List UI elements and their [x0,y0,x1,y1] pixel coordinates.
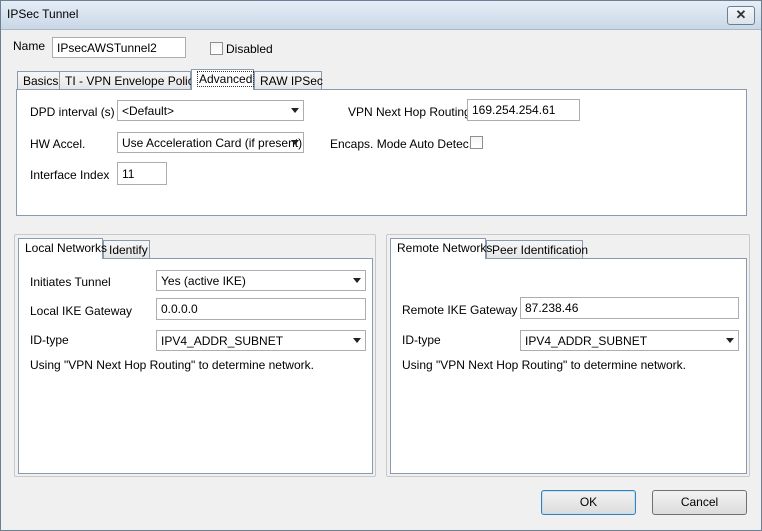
remote-id-type-value: IPV4_ADDR_SUBNET [525,334,648,348]
title-bar: IPSec Tunnel ✕ [1,1,761,30]
chevron-down-icon [353,278,361,283]
encaps-mode-checkbox[interactable] [470,136,483,149]
chevron-down-icon [291,108,299,113]
hw-accel-value: Use Acceleration Card (if present) [122,136,303,150]
vpn-next-hop-field[interactable]: 169.254.254.61 [467,99,580,121]
disabled-checkbox[interactable] [210,42,223,55]
disabled-label: Disabled [226,42,273,56]
dpd-interval-select[interactable]: <Default> [117,100,304,121]
remote-id-type-label: ID-type [402,333,441,347]
tab-peer-identification-label: Peer Identification [492,243,589,257]
local-ike-gateway-field[interactable]: 0.0.0.0 [156,298,366,320]
remote-id-type-select[interactable]: IPV4_ADDR_SUBNET [520,330,739,351]
close-icon: ✕ [735,7,747,22]
dpd-interval-label: DPD interval (s) [30,105,115,119]
name-label: Name [13,39,46,53]
tab-ti-vpn-label: TI - VPN Envelope Policy [65,74,200,88]
tab-basics[interactable]: Basics [17,71,60,90]
tab-advanced[interactable]: Advanced [191,69,255,90]
tab-remote-networks-label: Remote Networks [397,241,493,255]
initiates-tunnel-value: Yes (active IKE) [161,274,246,288]
name-field[interactable]: IPsecAWSTunnel2 [52,37,186,58]
tab-identify-label: Identify [109,243,148,257]
remote-ike-gateway-label: Remote IKE Gateway [402,303,518,317]
tab-identify[interactable]: Identify [103,240,150,259]
tab-remote-networks[interactable]: Remote Networks [390,238,492,259]
vpn-next-hop-label: VPN Next Hop Routing [348,105,471,119]
window-title: IPSec Tunnel [7,7,79,21]
chevron-down-icon [291,140,299,145]
close-button[interactable]: ✕ [727,6,755,25]
cancel-button[interactable]: Cancel [652,490,747,515]
local-id-type-value: IPV4_ADDR_SUBNET [161,334,284,348]
tab-ti-vpn-envelope-policy[interactable]: TI - VPN Envelope Policy [59,71,200,90]
remote-routing-note: Using "VPN Next Hop Routing" to determin… [402,358,686,372]
local-ike-gateway-label: Local IKE Gateway [30,304,133,318]
hw-accel-label: HW Accel. [30,137,86,151]
dpd-interval-value: <Default> [122,104,175,118]
encaps-mode-label: Encaps. Mode Auto Detec. [330,137,473,151]
tab-peer-identification[interactable]: Peer Identification [486,240,588,259]
tab-advanced-label: Advanced [197,71,255,87]
chevron-down-icon [353,338,361,343]
tab-raw-ipsec[interactable]: RAW IPSec [254,71,323,90]
local-id-type-select[interactable]: IPV4_ADDR_SUBNET [156,330,366,351]
chevron-down-icon [726,338,734,343]
tab-basics-label: Basics [23,74,59,88]
interface-index-label: Interface Index [30,168,110,182]
ok-button[interactable]: OK [541,490,636,515]
interface-index-field[interactable]: 11 [117,162,167,185]
remote-ike-gateway-field[interactable]: 87.238.46 [520,297,739,319]
tab-local-networks[interactable]: Local Networks [18,238,107,259]
initiates-tunnel-select[interactable]: Yes (active IKE) [156,270,366,291]
initiates-tunnel-label: Initiates Tunnel [30,275,111,289]
hw-accel-select[interactable]: Use Acceleration Card (if present) [117,132,304,153]
local-routing-note: Using "VPN Next Hop Routing" to determin… [30,358,314,372]
local-id-type-label: ID-type [30,333,69,347]
tab-raw-ipsec-label: RAW IPSec [260,74,323,88]
ipsec-tunnel-dialog: IPSec Tunnel ✕ Name IPsecAWSTunnel2 Disa… [0,0,762,531]
tab-local-networks-label: Local Networks [25,241,108,255]
